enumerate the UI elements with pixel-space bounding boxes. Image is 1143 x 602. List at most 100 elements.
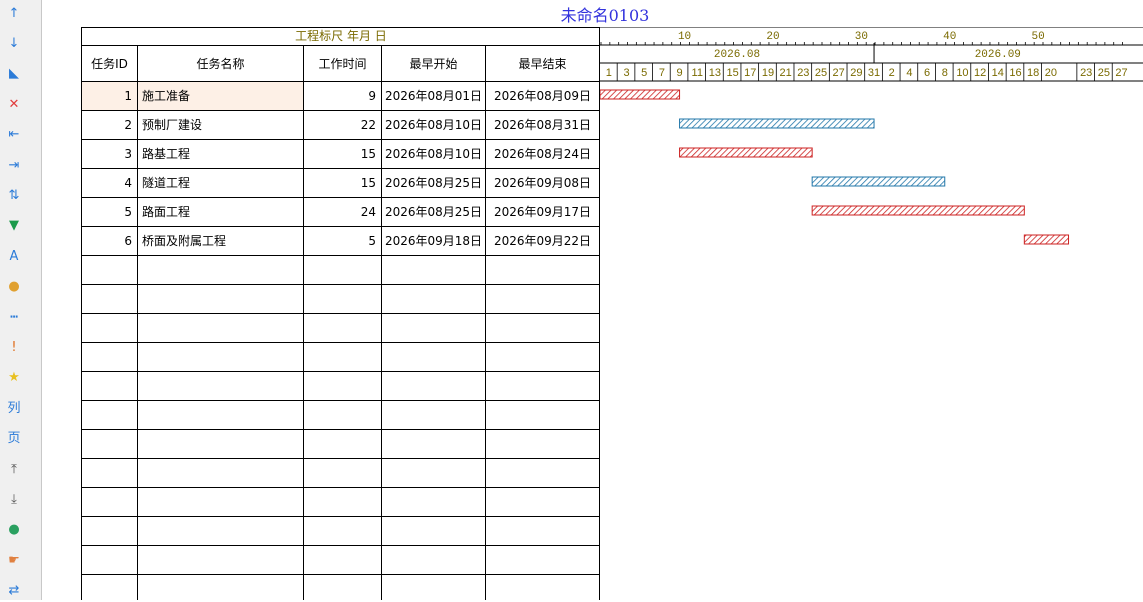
table-cell-id[interactable] [82,343,138,372]
table-cell-name[interactable] [138,546,304,575]
table-cell-id[interactable]: 2 [82,111,138,140]
table-cell-end[interactable] [486,575,599,600]
table-cell-start[interactable]: 2026年09月18日 [382,227,486,256]
table-cell-start[interactable] [382,459,486,488]
table-cell-duration[interactable] [304,517,382,546]
table-cell-name[interactable]: 路面工程 [138,198,304,227]
pointer-hand-icon[interactable]: ☛ [3,549,25,571]
filter-icon[interactable]: ▼ [3,215,25,237]
table-cell-duration[interactable] [304,343,382,372]
table-cell-end[interactable] [486,459,599,488]
table-cell-duration[interactable]: 15 [304,169,382,198]
table-cell-duration[interactable]: 22 [304,111,382,140]
table-cell-end[interactable]: 2026年08月31日 [486,111,599,140]
table-cell-name[interactable]: 桥面及附属工程 [138,227,304,256]
table-cell-name[interactable] [138,575,304,600]
table-cell-end[interactable]: 2026年09月17日 [486,198,599,227]
indent-icon[interactable]: ⇥ [3,154,25,176]
table-cell-end[interactable] [486,401,599,430]
table-cell-id[interactable] [82,459,138,488]
column-icon[interactable]: 列 [3,397,25,419]
table-cell-name[interactable] [138,401,304,430]
table-cell-name[interactable] [138,430,304,459]
table-cell-end[interactable] [486,546,599,575]
table-cell-duration[interactable] [304,372,382,401]
column-header-duration[interactable]: 工作时间 [304,46,382,82]
table-cell-name[interactable] [138,256,304,285]
table-cell-name[interactable] [138,517,304,546]
table-cell-id[interactable]: 3 [82,140,138,169]
table-cell-name[interactable] [138,343,304,372]
table-cell-duration[interactable] [304,256,382,285]
table-cell-duration[interactable]: 15 [304,140,382,169]
users-icon[interactable]: ● [3,519,25,541]
table-cell-duration[interactable] [304,546,382,575]
swap-icon[interactable]: ⇄ [3,580,25,602]
table-cell-start[interactable]: 2026年08月25日 [382,198,486,227]
table-cell-duration[interactable] [304,575,382,600]
table-cell-start[interactable] [382,314,486,343]
table-cell-id[interactable] [82,285,138,314]
table-cell-name[interactable]: 路基工程 [138,140,304,169]
table-cell-end[interactable]: 2026年08月09日 [486,82,599,111]
delete-icon[interactable]: ✕ [3,93,25,115]
move-down-icon[interactable]: ↓ [3,32,25,54]
table-cell-end[interactable] [486,343,599,372]
table-cell-id[interactable] [82,401,138,430]
table-cell-name[interactable] [138,459,304,488]
table-cell-id[interactable] [82,430,138,459]
table-cell-start[interactable]: 2026年08月10日 [382,111,486,140]
table-cell-start[interactable]: 2026年08月25日 [382,169,486,198]
table-cell-id[interactable]: 1 [82,82,138,111]
table-cell-name[interactable] [138,285,304,314]
table-cell-id[interactable] [82,546,138,575]
table-cell-end[interactable]: 2026年08月24日 [486,140,599,169]
palette-icon[interactable]: ● [3,276,25,298]
table-cell-start[interactable] [382,256,486,285]
table-cell-id[interactable]: 4 [82,169,138,198]
table-cell-id[interactable] [82,256,138,285]
table-cell-name[interactable]: 施工准备 [138,82,304,111]
table-cell-duration[interactable] [304,285,382,314]
table-cell-start[interactable] [382,343,486,372]
table-cell-start[interactable] [382,401,486,430]
table-cell-duration[interactable]: 5 [304,227,382,256]
table-cell-end[interactable] [486,256,599,285]
table-cell-duration[interactable]: 24 [304,198,382,227]
table-cell-name[interactable]: 预制厂建设 [138,111,304,140]
column-header-end[interactable]: 最早结束 [486,46,599,82]
table-cell-id[interactable] [82,517,138,546]
download-icon[interactable]: ⤓ [3,488,25,510]
table-cell-name[interactable] [138,488,304,517]
column-header-start[interactable]: 最早开始 [382,46,486,82]
table-cell-id[interactable] [82,372,138,401]
table-cell-start[interactable] [382,488,486,517]
table-cell-end[interactable] [486,314,599,343]
table-cell-duration[interactable] [304,459,382,488]
table-cell-id[interactable] [82,575,138,600]
table-cell-name[interactable] [138,314,304,343]
insert-icon[interactable]: ◣ [3,63,25,85]
table-cell-name[interactable] [138,372,304,401]
table-cell-duration[interactable] [304,401,382,430]
table-cell-start[interactable] [382,517,486,546]
table-cell-end[interactable] [486,517,599,546]
star-icon[interactable]: ★ [3,367,25,389]
table-cell-start[interactable]: 2026年08月01日 [382,82,486,111]
table-cell-end[interactable] [486,430,599,459]
table-cell-start[interactable] [382,285,486,314]
table-cell-start[interactable]: 2026年08月10日 [382,140,486,169]
sort-icon[interactable]: ⇅ [3,184,25,206]
table-cell-duration[interactable] [304,314,382,343]
page-icon[interactable]: 页 [3,428,25,450]
column-header-name[interactable]: 任务名称 [138,46,304,82]
table-cell-id[interactable]: 5 [82,198,138,227]
table-cell-id[interactable] [82,488,138,517]
table-cell-id[interactable]: 6 [82,227,138,256]
column-header-id[interactable]: 任务ID [82,46,138,82]
table-cell-start[interactable] [382,546,486,575]
table-cell-duration[interactable]: 9 [304,82,382,111]
table-cell-end[interactable]: 2026年09月22日 [486,227,599,256]
alert-icon[interactable]: ! [3,336,25,358]
table-cell-end[interactable]: 2026年09月08日 [486,169,599,198]
